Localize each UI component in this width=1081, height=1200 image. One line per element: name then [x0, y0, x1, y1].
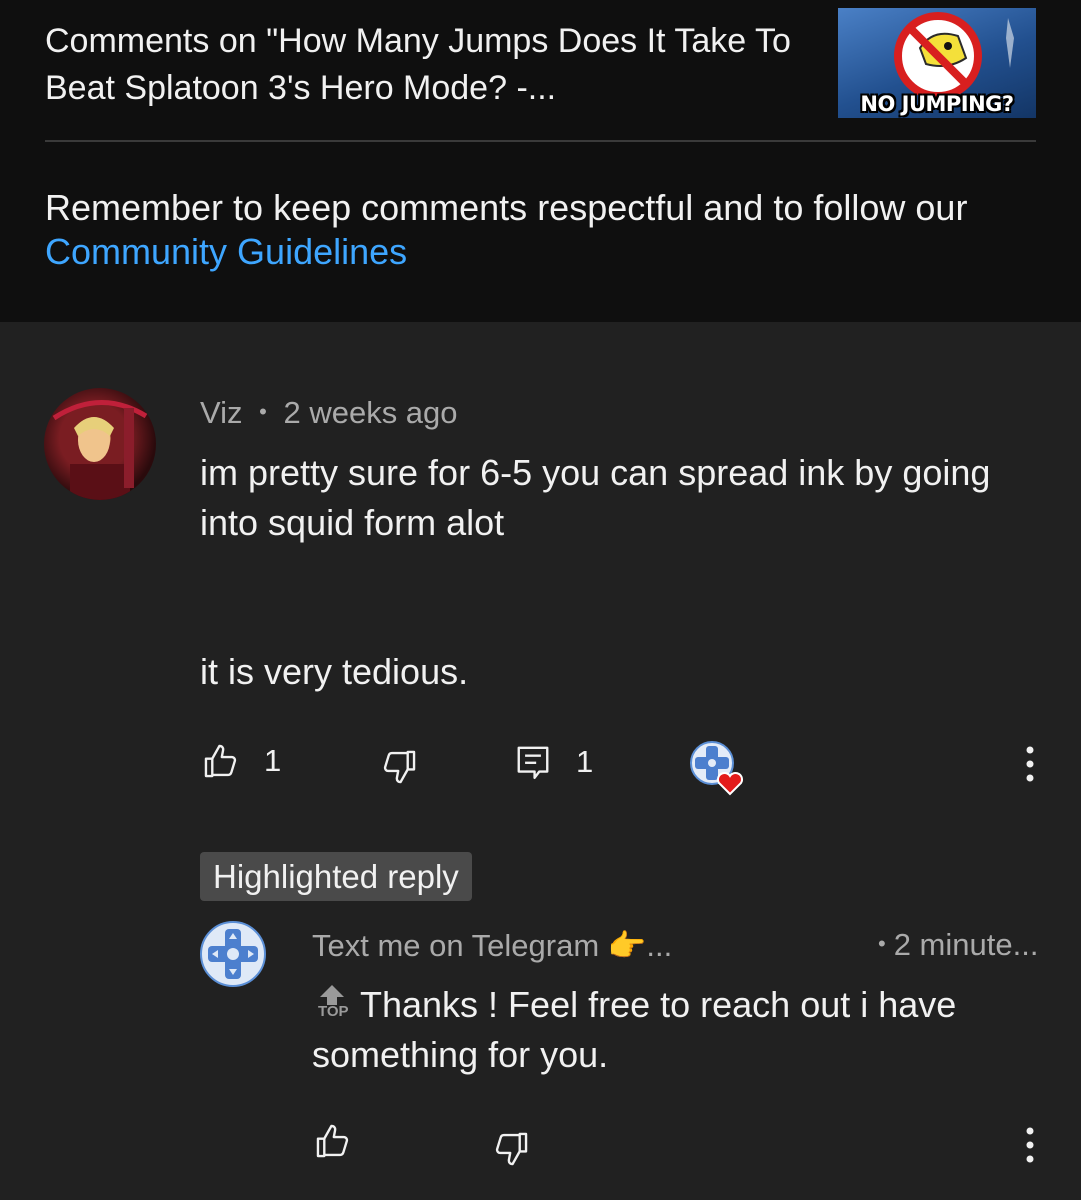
creator-heart-badge: [688, 740, 748, 800]
community-guidelines-link[interactable]: Community Guidelines: [45, 231, 407, 272]
comment-meta: Viz • 2 weeks ago: [200, 395, 458, 431]
video-title[interactable]: Comments on "How Many Jumps Does It Take…: [45, 18, 825, 112]
thumbs-up-icon: [204, 744, 237, 778]
reminder-text: Remember to keep comments respectful and…: [45, 187, 968, 228]
reply-thumbs-down-icon: [495, 1132, 528, 1166]
more-options-icon[interactable]: [1022, 745, 1038, 785]
reply-button[interactable]: 1: [514, 742, 593, 782]
guidelines-reminder: Remember to keep comments respectful and…: [45, 186, 1045, 274]
reply-like-button[interactable]: [314, 1122, 352, 1160]
comment-author[interactable]: Viz: [200, 395, 243, 430]
comment-time: 2 weeks ago: [283, 395, 458, 430]
comment-text-paragraph: it is very tedious.: [200, 651, 469, 692]
thumbnail-label: NO JUMPING?: [860, 92, 1014, 116]
top-arrow-label: TOP: [318, 1003, 349, 1020]
dislike-button[interactable]: [380, 748, 418, 786]
reply-avatar-art: [208, 929, 258, 979]
heart-badge-icon: [690, 741, 744, 796]
meta-separator: •: [259, 399, 267, 424]
highlighted-reply-badge: Highlighted reply: [200, 852, 472, 901]
like-count: 1: [264, 743, 282, 778]
reply-dislike-button[interactable]: [492, 1130, 530, 1168]
reply-thumbs-up-icon: [316, 1124, 349, 1158]
reply-body: Thanks ! Feel free to reach out i have s…: [312, 984, 957, 1075]
avatar[interactable]: [44, 388, 156, 500]
comment-text: im pretty sure for 6-5 you can spread in…: [200, 452, 991, 543]
reply-count: 1: [576, 744, 594, 779]
reply-author[interactable]: Text me on Telegram 👉...: [312, 927, 672, 964]
top-arrow-icon: TOP: [312, 983, 352, 1021]
header-divider: [45, 140, 1036, 142]
reply-time: 2 minute...: [893, 927, 1039, 962]
reply-more-options-icon[interactable]: [1022, 1126, 1038, 1166]
video-thumbnail[interactable]: NO JUMPING?: [838, 8, 1036, 118]
comments-header: Comments on "How Many Jumps Does It Take…: [0, 0, 1081, 322]
reply-text: TOP Thanks ! Feel free to reach out i ha…: [312, 980, 1052, 1080]
reply-icon: [517, 746, 549, 780]
reply-meta: • 2 minute...: [878, 927, 1038, 963]
avatar-art: [52, 400, 148, 500]
like-button[interactable]: 1: [202, 742, 281, 780]
reply-meta-separator: •: [878, 931, 886, 956]
thumbs-down-icon: [383, 750, 416, 784]
reply-avatar[interactable]: [200, 921, 266, 987]
